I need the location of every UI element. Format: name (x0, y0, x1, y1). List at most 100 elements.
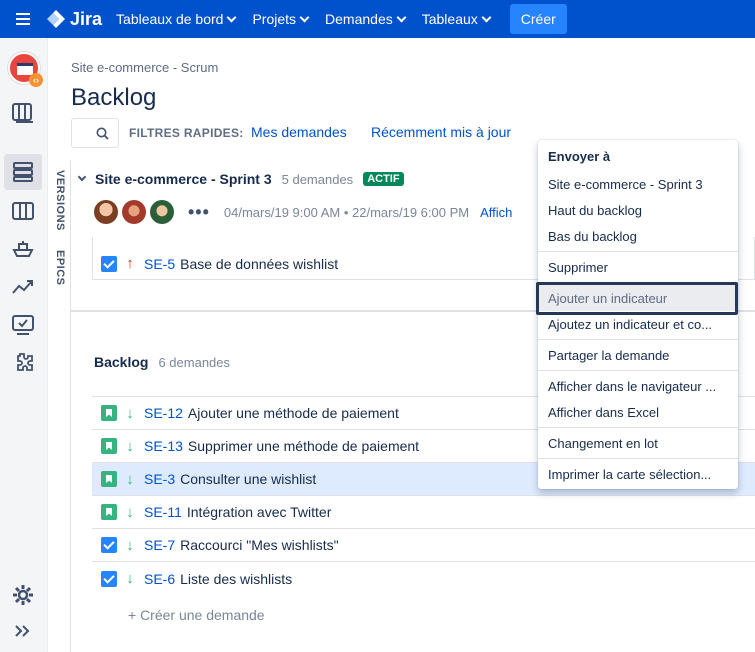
priority-low-icon: ↓ (126, 570, 134, 587)
issue-summary: Base de données wishlist (180, 255, 339, 272)
priority-low-icon: ↓ (126, 437, 134, 455)
jira-logo[interactable]: Jira (46, 9, 102, 30)
backlog-icon[interactable] (4, 154, 42, 190)
more-icon[interactable]: ••• (188, 202, 210, 223)
table-row[interactable]: ↓ SE-7 Raccourci "Mes wishlists" (92, 529, 755, 562)
issue-key[interactable]: SE-6 (144, 571, 175, 587)
menu-item-bottom-backlog[interactable]: Bas du backlog (538, 223, 738, 249)
table-row[interactable]: ↓ SE-6 Liste des wishlists (92, 562, 755, 595)
create-issue-link[interactable]: + Créer une demande (128, 607, 265, 623)
priority-low-icon: ↓ (126, 503, 134, 521)
menu-separator (538, 339, 738, 340)
nav-boards[interactable]: Tableaux (421, 0, 492, 38)
task-type-icon (101, 570, 117, 587)
backlog-header: Backlog 6 demandes (94, 354, 230, 370)
top-nav: Jira Tableaux de bord Projets Demandes T… (0, 0, 755, 38)
tab-versions[interactable]: VERSIONS (54, 170, 66, 231)
board-icon[interactable] (8, 98, 38, 128)
filter-recently-updated[interactable]: Récemment mis à jour (371, 124, 511, 140)
issue-key[interactable]: SE-13 (144, 438, 183, 454)
project-sidebar: ‹› (0, 38, 48, 652)
tab-epics[interactable]: EPICS (54, 250, 66, 286)
chevron-down-icon (227, 12, 237, 22)
menu-heading: Envoyer à (548, 149, 611, 164)
nav-dashboards[interactable]: Tableaux de bord (116, 0, 237, 38)
issue-key[interactable]: SE-12 (144, 405, 183, 421)
menu-item-delete[interactable]: Supprimer (538, 254, 738, 280)
menu-item-sprint[interactable]: Site e-commerce - Sprint 3 (538, 171, 738, 197)
chevron-down-icon (396, 12, 407, 22)
issue-summary: Supprimer une méthode de paiement (187, 438, 420, 454)
create-button[interactable]: Créer (509, 4, 567, 34)
nav-label: Projets (252, 11, 297, 27)
menu-item-bulk-change[interactable]: Changement en lot (538, 430, 738, 456)
nav-label: Tableaux (421, 11, 478, 27)
settings-icon[interactable] (8, 580, 38, 610)
nav-label: Demandes (325, 11, 393, 27)
avatar[interactable] (122, 200, 146, 224)
sprint-meta: ••• 04/mars/19 9:00 AM • 22/mars/19 6:00… (94, 200, 512, 224)
issue-summary: Liste des wishlists (180, 570, 293, 587)
story-type-icon (101, 405, 117, 421)
backlog-count: 6 demandes (158, 354, 231, 370)
menu-item-view-excel[interactable]: Afficher dans Excel (538, 399, 738, 425)
ship-icon[interactable] (8, 234, 38, 264)
search-input[interactable] (71, 118, 119, 148)
menu-separator (538, 370, 738, 371)
sprint-header[interactable]: Site e-commerce - Sprint 3 5 demandes AC… (77, 171, 404, 187)
focus-highlight (536, 282, 738, 315)
task-type-icon (101, 255, 117, 272)
issue-summary: Raccourci "Mes wishlists" (180, 537, 339, 553)
addon-icon[interactable] (8, 348, 38, 378)
menu-item-print-card[interactable]: Imprimer la carte sélection... (538, 461, 738, 487)
chevron-down-icon (481, 12, 492, 22)
status-badge: ACTIF (363, 172, 404, 186)
expand-icon[interactable] (8, 616, 38, 646)
jira-icon (47, 10, 65, 28)
menu-item-view-browser[interactable]: Afficher dans le navigateur ... (538, 373, 738, 399)
issue-key[interactable]: SE-5 (144, 256, 175, 272)
sprint-link[interactable]: Affich (480, 205, 512, 220)
table-row[interactable]: ↓ SE-11 Intégration avec Twitter (92, 496, 755, 529)
task-type-icon (101, 537, 117, 553)
nav-projects[interactable]: Projets (252, 0, 310, 38)
menu-item-share[interactable]: Partager la demande (538, 342, 738, 368)
releases-icon[interactable] (8, 310, 38, 340)
nav-issues[interactable]: Demandes (325, 0, 407, 38)
search-icon (96, 127, 109, 140)
issue-key[interactable]: SE-11 (144, 504, 182, 520)
filter-my-issues[interactable]: Mes demandes (251, 124, 347, 140)
backlog-title: Backlog (94, 354, 149, 370)
project-avatar[interactable]: ‹› (8, 52, 43, 87)
breadcrumb[interactable]: Site e-commerce - Scrum (71, 60, 218, 75)
sprint-count: 5 demandes (281, 171, 354, 187)
page-title: Backlog (71, 84, 157, 111)
issue-summary: Ajouter une méthode de paiement (187, 405, 399, 421)
issue-key[interactable]: SE-3 (144, 471, 175, 487)
priority-low-icon: ↓ (126, 470, 134, 488)
issue-key[interactable]: SE-7 (144, 537, 175, 553)
sprint-dates: 04/mars/19 9:00 AM • 22/mars/19 6:00 PM (223, 204, 470, 220)
issue-summary: Consulter une wishlist (180, 471, 317, 487)
menu-separator (538, 458, 738, 459)
sprint-name: Site e-commerce - Sprint 3 (95, 171, 272, 187)
nav-label: Tableaux de bord (116, 11, 224, 27)
issue-summary: Intégration avec Twitter (186, 504, 332, 520)
avatar[interactable] (94, 200, 118, 224)
menu-item-top-backlog[interactable]: Haut du backlog (538, 197, 738, 223)
quick-filters-label: FILTRES RAPIDES: (129, 126, 244, 140)
priority-high-icon: ↑ (126, 255, 134, 272)
vertical-tabs: VERSIONS EPICS (51, 160, 71, 652)
menu-separator (538, 251, 738, 252)
chevron-down-icon[interactable] (77, 172, 87, 182)
menu-icon[interactable] (0, 0, 46, 38)
code-badge-icon: ‹› (29, 73, 43, 87)
brand-name: Jira (70, 8, 103, 29)
story-type-icon (101, 471, 117, 487)
reports-icon[interactable] (8, 272, 38, 302)
priority-low-icon: ↓ (126, 404, 134, 422)
priority-low-icon: ↓ (126, 536, 134, 554)
menu-separator (538, 427, 738, 428)
avatar[interactable] (150, 200, 174, 224)
columns-icon[interactable] (8, 196, 38, 226)
